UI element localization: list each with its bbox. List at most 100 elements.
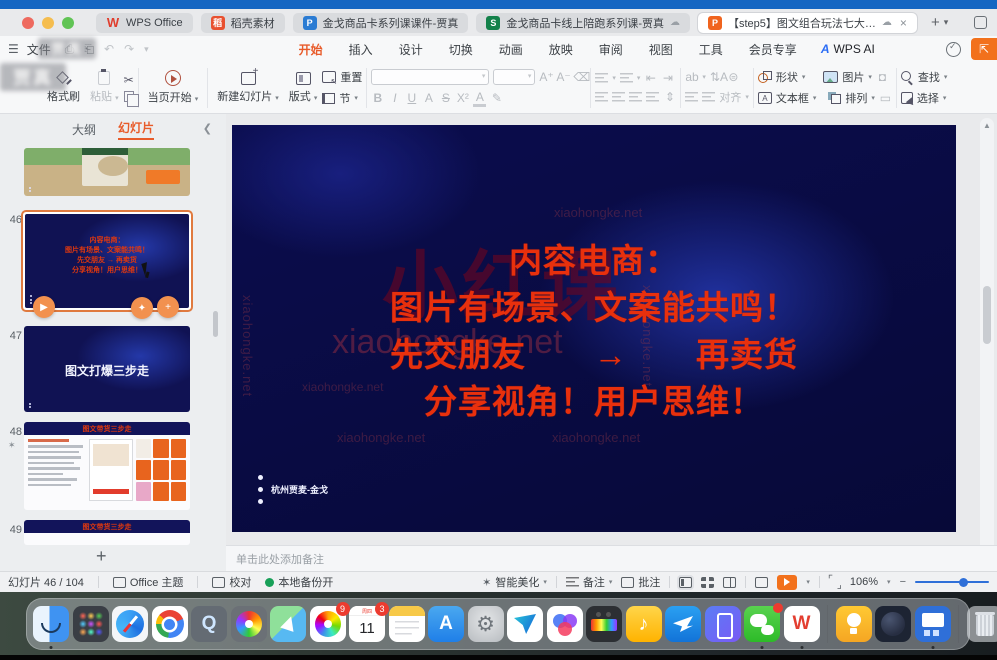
slide-thumbnail-45[interactable] (24, 148, 190, 196)
tab-view[interactable]: 视图 (649, 41, 673, 58)
slideshow-play-button[interactable] (777, 575, 797, 590)
comments-button[interactable]: 批注 (621, 574, 660, 590)
beautify-slide-button[interactable]: ✦ (131, 297, 153, 319)
cut-icon[interactable]: ✂ (124, 74, 134, 86)
dock-finder-icon[interactable] (33, 606, 69, 642)
numbered-list-icon[interactable] (620, 73, 633, 83)
theme-button[interactable]: Office 主题 (113, 574, 184, 590)
arrange-label[interactable]: 排列 (845, 90, 867, 106)
dock-thunder-icon[interactable] (507, 606, 543, 642)
picture-icon[interactable] (823, 71, 838, 83)
scroll-up-icon[interactable]: ▲ (980, 121, 994, 130)
tab-slideshow[interactable]: 放映 (549, 41, 573, 58)
select-button[interactable]: 选择▾ (901, 90, 948, 106)
dock-safari-icon[interactable] (112, 606, 148, 642)
collapse-panel-icon[interactable]: ❮ (203, 122, 212, 135)
paragraph-number-icon[interactable] (702, 92, 715, 102)
play-slide-button[interactable]: ▶ (33, 296, 55, 318)
customize-chevron-icon[interactable]: ▾ (144, 44, 149, 55)
reset-slide-button[interactable]: 重置 (322, 69, 362, 85)
tab-animation[interactable]: 动画 (499, 41, 523, 58)
dock-meeting-icon[interactable] (547, 606, 583, 642)
text-align-box-icon[interactable]: ⊜ (727, 70, 740, 84)
tab-design[interactable]: 设计 (399, 41, 423, 58)
strikethrough-button[interactable]: S (439, 91, 452, 105)
shapes-button[interactable]: 形状▾ 图片▾ ◘ (758, 69, 892, 85)
dock-appstore-icon[interactable]: A (428, 606, 464, 642)
new-slide-plus-button[interactable]: + (96, 546, 107, 567)
dock-chrome-icon[interactable] (152, 606, 188, 642)
window-stack-icon[interactable] (974, 16, 987, 29)
underline-button[interactable]: U (405, 91, 418, 105)
notes-pane[interactable]: 单击此处添加备注 (226, 545, 997, 571)
decrease-indent-icon[interactable]: ⇤ (644, 71, 657, 85)
font-family-select[interactable] (371, 69, 489, 85)
wps-ai-button[interactable]: A WPS AI (821, 42, 875, 56)
text-direction-icon[interactable]: ab (685, 70, 698, 84)
add-slide-button[interactable]: + (157, 296, 179, 318)
undo-icon[interactable]: ↶ (104, 42, 114, 56)
zoom-level[interactable]: 106% (850, 576, 878, 588)
font-size-select[interactable] (493, 69, 535, 85)
zoom-chevron-icon[interactable]: ▾ (887, 578, 891, 586)
reading-view-icon[interactable] (723, 577, 736, 588)
highlight-button[interactable]: ✎ (490, 91, 503, 105)
eye-protect-icon[interactable] (946, 42, 961, 57)
char-border-button[interactable]: A (422, 91, 435, 105)
font-color-button[interactable]: A (473, 90, 486, 107)
bold-button[interactable]: B (371, 91, 384, 105)
new-tab-button[interactable]: + (931, 14, 940, 31)
minimize-window-button[interactable] (42, 17, 54, 29)
zoom-out-button[interactable]: − (900, 576, 906, 588)
play-options-chevron-icon[interactable]: ▾ (806, 578, 810, 586)
copy-icon[interactable] (124, 91, 134, 102)
dock-browser-360-icon[interactable] (231, 606, 267, 642)
increase-indent-icon[interactable]: ⇥ (661, 71, 674, 85)
close-window-button[interactable] (22, 17, 34, 29)
find-button[interactable]: 查找▾ (901, 69, 948, 85)
dock-qq-music-icon[interactable]: ♪ (626, 606, 662, 642)
dock-notes-icon[interactable] (389, 606, 425, 642)
play-from-current-button[interactable]: 当页开始 ▾ (143, 68, 204, 107)
zoom-slider[interactable] (915, 581, 989, 583)
dock-lightbulb-app-icon[interactable] (836, 606, 872, 642)
tab-doc-1[interactable]: P 金戈商品卡系列课课件-贾真 (293, 13, 469, 33)
align-objects-label[interactable]: 对齐 (719, 89, 741, 105)
new-slide-button[interactable]: 新建幻灯片 ▾ (212, 70, 284, 106)
tab-home[interactable]: 开始 (299, 41, 323, 58)
arrange-icon[interactable] (828, 92, 841, 104)
slide-layout-button[interactable]: 版式 ▾ (284, 70, 323, 106)
zoom-slider-thumb[interactable] (959, 578, 968, 587)
tab-doc-2[interactable]: S 金戈商品卡线上陪跑系列课-贾真 ☁ (476, 13, 690, 33)
picture-label[interactable]: 图片 (842, 69, 864, 85)
align-center-icon[interactable] (612, 92, 625, 102)
hamburger-menu-icon[interactable]: ☰ (8, 42, 19, 56)
dock-video-editor-icon[interactable] (586, 606, 622, 642)
scrollbar-thumb[interactable] (983, 286, 991, 344)
normal-view-icon[interactable] (679, 577, 692, 588)
tab-wps-home[interactable]: W WPS Office (96, 13, 193, 33)
superscript-button[interactable]: X² (456, 91, 469, 105)
tab-slides[interactable]: 幻灯片 (118, 119, 154, 140)
redo-icon[interactable]: ↷ (124, 42, 134, 56)
dock-photos-icon[interactable]: 9 (310, 606, 346, 642)
align-left-icon[interactable] (595, 92, 608, 102)
increase-font-icon[interactable]: A⁺ (539, 70, 552, 84)
slide-thumbnail-49[interactable]: 图文带货三步走 (24, 520, 190, 545)
clear-format-icon[interactable]: ⌫ (573, 70, 586, 84)
slide-text-block[interactable]: 内容电商： 图片有场景、文案能共鸣！ 先交朋友 → 再卖货 分享视角！用户思维！ (232, 237, 956, 425)
notes-button[interactable]: 备注 ▾ (566, 574, 613, 590)
slide-sorter-icon[interactable] (701, 577, 714, 588)
dock-wechat-icon[interactable] (744, 606, 780, 642)
dock-class-app-icon[interactable] (915, 606, 951, 642)
tab-docer[interactable]: 稻 稻壳素材 (201, 13, 285, 33)
smart-beautify-button[interactable]: ✶ 智能美化 ▾ (482, 574, 547, 590)
align-right-icon[interactable] (629, 92, 642, 102)
slide-thumbnail-47[interactable]: 图文打爆三步走 (24, 326, 190, 412)
tab-list-chevron-icon[interactable]: ▾ (944, 17, 949, 28)
outline-color-icon[interactable]: ▭ (879, 91, 892, 105)
textbox-label[interactable]: 文本框 (776, 90, 809, 106)
zoom-window-button[interactable] (62, 17, 74, 29)
dock-dingtalk-icon[interactable] (665, 606, 701, 642)
dock-speaker-app-icon[interactable] (875, 606, 911, 642)
